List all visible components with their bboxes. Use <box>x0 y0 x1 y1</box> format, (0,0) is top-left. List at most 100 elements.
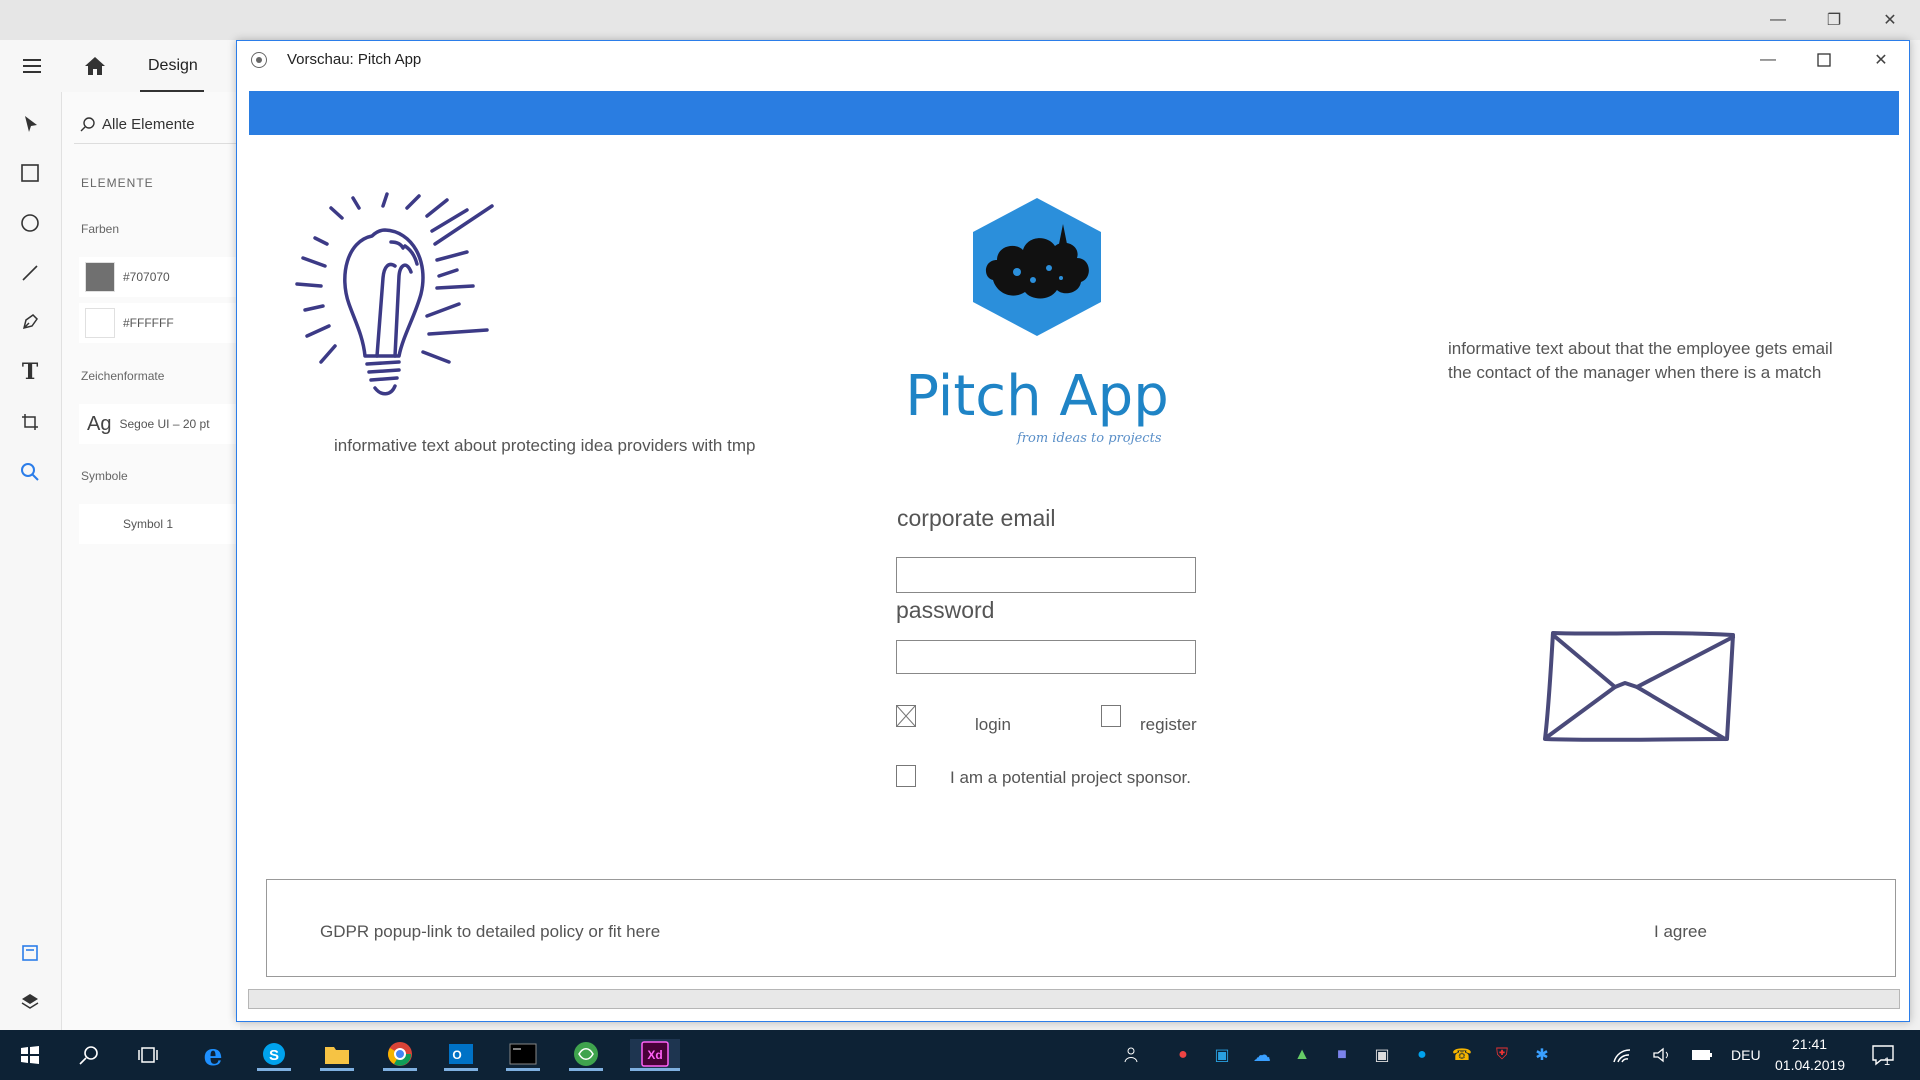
pen-tool-icon[interactable] <box>16 308 44 336</box>
panel-divider <box>74 143 240 144</box>
adobe-xd-icon[interactable]: Xd <box>630 1039 680 1071</box>
language-indicator[interactable]: DEU <box>1731 1047 1761 1063</box>
preview-titlebar: Vorschau: Pitch App — ✕ <box>237 41 1909 79</box>
artboard-tool-icon[interactable] <box>16 408 44 436</box>
xd-close-button[interactable]: ✕ <box>1874 6 1906 34</box>
lightbulb-icon <box>287 186 517 416</box>
color-swatch-row[interactable]: #FFFFFF <box>79 303 239 343</box>
colors-heading: Farben <box>81 222 120 236</box>
record-icon[interactable] <box>251 52 267 68</box>
info-text-right-line-1: informative text about that the employee… <box>1448 339 1833 358</box>
skype-icon[interactable]: S <box>257 1039 291 1071</box>
login-checkbox[interactable] <box>896 705 916 727</box>
tray-app-icon[interactable]: ● <box>1166 1039 1200 1071</box>
gdpr-agree-button[interactable]: I agree <box>1654 922 1707 942</box>
pitch-app-logo: Pitch App from ideas to projects <box>897 196 1177 486</box>
zoom-tool-icon[interactable] <box>16 458 44 486</box>
preview-close-button[interactable]: ✕ <box>1865 46 1897 74</box>
onedrive-icon[interactable]: ☁ <box>1245 1039 1279 1071</box>
xd-toolbar: Design <box>0 40 240 92</box>
logo-title: Pitch App <box>905 364 1169 429</box>
assets-search-placeholder: Alle Elemente <box>102 116 195 133</box>
wifi-icon[interactable] <box>1605 1039 1639 1071</box>
email-label: corporate email <box>897 505 1056 531</box>
color-swatch-label: #FFFFFF <box>123 316 174 330</box>
cloud-rocket-icon <box>969 196 1105 338</box>
register-label: register <box>1140 715 1197 734</box>
terminal-icon[interactable] <box>506 1039 540 1071</box>
elements-heading: ELEMENTE <box>81 176 154 190</box>
tray-app-icon[interactable]: ▲ <box>1285 1039 1319 1071</box>
file-explorer-icon[interactable] <box>320 1039 354 1071</box>
symbol-row[interactable]: Symbol 1 <box>79 504 239 544</box>
text-tool-icon[interactable]: T <box>16 358 44 386</box>
tab-design[interactable]: Design <box>140 40 204 92</box>
login-label: login <box>975 715 1011 734</box>
envelope-icon <box>1537 625 1747 751</box>
symbol-name: Symbol 1 <box>123 517 174 531</box>
volume-icon[interactable] <box>1645 1039 1679 1071</box>
preview-minimize-button[interactable]: — <box>1752 46 1784 74</box>
tray-app-icon[interactable]: ▣ <box>1205 1039 1239 1071</box>
preview-maximize-button[interactable] <box>1808 46 1840 74</box>
preview-title: Vorschau: Pitch App <box>287 51 422 68</box>
register-checkbox[interactable] <box>1101 705 1121 727</box>
battery-icon[interactable] <box>1685 1039 1719 1071</box>
phone-icon[interactable]: ☎ <box>1445 1039 1479 1071</box>
mcafee-icon[interactable]: ⛨ <box>1485 1039 1519 1071</box>
sponsor-checkbox[interactable] <box>896 765 916 787</box>
people-icon[interactable] <box>1116 1039 1150 1071</box>
info-text-right-line-2: the contact of the manager when there is… <box>1448 363 1822 382</box>
char-style-row[interactable]: Ag Segoe UI – 20 pt <box>79 404 239 444</box>
logo-tagline: from ideas to projects <box>1017 431 1162 446</box>
windows-taskbar: e S O Xd ● ▣ ☁ ▲ ■ ▣ ● ☎ ⛨ ✱ DEU 21:41 0… <box>0 1030 1920 1080</box>
assets-panel-icon[interactable] <box>16 939 44 967</box>
layers-panel-icon[interactable] <box>16 987 44 1015</box>
symbol-thumbnail <box>85 509 115 539</box>
tray-app-icon[interactable]: ▣ <box>1365 1039 1399 1071</box>
app-top-bar <box>249 91 1899 135</box>
search-icon[interactable] <box>72 1039 106 1071</box>
gdpr-policy-link[interactable]: GDPR popup-link to detailed policy or fi… <box>320 922 660 942</box>
assets-search[interactable]: Alle Elemente <box>74 112 234 138</box>
teams-icon[interactable]: ■ <box>1325 1039 1359 1071</box>
xd-minimize-button[interactable]: — <box>1762 6 1794 34</box>
home-icon[interactable] <box>82 53 108 79</box>
chrome-icon[interactable] <box>383 1039 417 1071</box>
task-view-icon[interactable] <box>131 1039 165 1071</box>
clock-time[interactable]: 21:41 <box>1792 1036 1827 1052</box>
color-swatch-label: #707070 <box>123 270 170 284</box>
xd-restore-button[interactable]: ❐ <box>1818 6 1850 34</box>
select-tool-icon[interactable] <box>16 110 44 138</box>
color-swatch <box>85 308 115 338</box>
symbols-heading: Symbole <box>81 469 128 483</box>
windows-start-icon[interactable] <box>13 1039 47 1071</box>
rectangle-tool-icon[interactable] <box>16 159 44 187</box>
char-styles-heading: Zeichenformate <box>81 369 165 383</box>
char-style-name: Segoe UI – 20 pt <box>119 417 210 431</box>
info-text-left: informative text about protecting idea p… <box>334 436 756 455</box>
ellipse-tool-icon[interactable] <box>16 209 44 237</box>
skype-tray-icon[interactable]: ● <box>1405 1039 1439 1071</box>
notification-count: 1 <box>1884 1056 1891 1068</box>
sponsor-label: I am a potential project sponsor. <box>950 768 1191 787</box>
char-style-sample: Ag <box>87 412 112 435</box>
edge-browser-icon[interactable]: e <box>196 1038 230 1073</box>
hamburger-menu-icon[interactable] <box>20 54 44 78</box>
bluetooth-icon[interactable]: ✱ <box>1525 1039 1559 1071</box>
green-app-icon[interactable] <box>569 1039 603 1071</box>
outlook-icon[interactable]: O <box>444 1039 478 1071</box>
notification-center-icon[interactable] <box>1866 1039 1900 1071</box>
svg-text:S: S <box>269 1047 279 1064</box>
horizontal-scrollbar[interactable] <box>248 989 1900 1009</box>
clock-date[interactable]: 01.04.2019 <box>1775 1057 1845 1073</box>
xd-titlebar: — ❐ ✕ <box>0 0 1920 40</box>
line-tool-icon[interactable] <box>16 259 44 287</box>
email-field[interactable] <box>896 557 1196 593</box>
color-swatch-row[interactable]: #707070 <box>79 257 239 297</box>
xd-assets-panel: Alle Elemente ELEMENTE Farben #707070 #F… <box>62 92 240 1030</box>
password-field[interactable] <box>896 640 1196 674</box>
svg-text:O: O <box>452 1048 461 1062</box>
gdpr-banner: GDPR popup-link to detailed policy or fi… <box>266 879 1896 977</box>
color-swatch <box>85 262 115 292</box>
